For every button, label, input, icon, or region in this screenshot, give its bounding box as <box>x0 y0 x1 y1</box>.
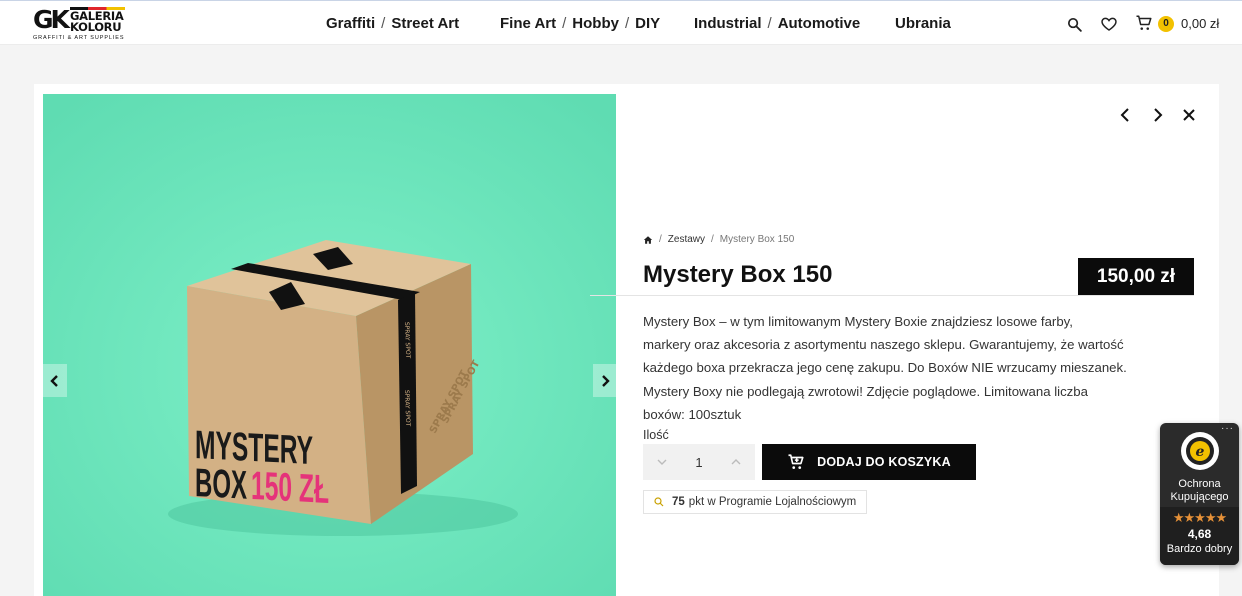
quantity-label: Ilość <box>643 428 669 442</box>
nav-label: DIY <box>635 15 661 32</box>
mystery-box-illustration: SPRAY SPOT SPRAY SPOT SPRAY SPOT SPRAY S… <box>43 94 616 596</box>
nav-separator: / <box>767 15 772 32</box>
nav-label: Industrial <box>694 15 762 32</box>
nav-graffiti-street-art[interactable]: Graffiti / Street Art <box>326 15 459 32</box>
add-to-cart-label: DODAJ DO KOSZYKA <box>817 455 951 469</box>
nav-label: Automotive <box>777 15 861 32</box>
tape-text: SPRAY SPOT <box>403 390 411 427</box>
box-text-box: BOX <box>195 461 247 508</box>
divider <box>590 295 1194 296</box>
nav-label: Street Art <box>391 15 460 32</box>
cart-icon[interactable] <box>1135 14 1153 32</box>
site-header: GK GALERIA KOLORU GRAFFITI & ART SUPPLIE… <box>0 0 1242 45</box>
search-icon[interactable] <box>1066 16 1084 34</box>
breadcrumb-separator: / <box>711 234 714 245</box>
breadcrumb-current: Mystery Box 150 <box>719 234 795 245</box>
close-button[interactable] <box>1180 106 1198 124</box>
breadcrumb-category[interactable]: Zestawy <box>668 234 705 245</box>
description-line: markery oraz akcesoria z asortymentu nas… <box>643 337 1124 353</box>
nav-separator: / <box>562 15 567 32</box>
description-line: każdego boxa przekracza jego cenę zakupu… <box>643 360 1127 376</box>
site-logo[interactable]: GK GALERIA KOLORU GRAFFITI & ART SUPPLIE… <box>33 6 128 42</box>
chevron-left-icon <box>1120 108 1129 122</box>
nav-label: Hobby <box>572 15 619 32</box>
chevron-up-icon <box>731 459 741 465</box>
nav-label: Ubrania <box>895 15 951 32</box>
chevron-right-icon <box>1154 108 1163 122</box>
add-to-cart-button[interactable]: DODAJ DO KOSZYKA <box>762 444 976 480</box>
home-icon[interactable] <box>643 235 653 245</box>
nav-industrial-automotive[interactable]: Industrial / Automotive <box>694 15 860 32</box>
trusted-shops-line2: Kupującego <box>1170 491 1229 503</box>
loyalty-points-info: 75 pkt w Programie Lojalnościowym <box>643 490 867 514</box>
cart-total[interactable]: 0,00 zł <box>1181 16 1219 31</box>
next-product-button[interactable] <box>1148 106 1166 124</box>
svg-text:e: e <box>1196 444 1205 460</box>
chevron-down-icon <box>657 459 667 465</box>
chevron-right-icon <box>602 374 610 387</box>
quantity-increase-button[interactable] <box>717 444 755 480</box>
logo-tagline: GRAFFITI & ART SUPPLIES <box>33 35 125 41</box>
chevron-left-icon <box>50 374 58 387</box>
heart-icon[interactable] <box>1100 15 1118 33</box>
description-line: boxów: 100sztuk <box>643 406 742 422</box>
nav-separator: / <box>624 15 630 32</box>
quantity-stepper: 1 <box>643 444 755 480</box>
nav-label: Fine Art <box>500 15 557 32</box>
description-line: Mystery Boxy nie podlegają zwrotowi! Zdj… <box>643 383 1088 399</box>
loyalty-icon <box>654 497 664 507</box>
close-icon <box>1183 109 1195 121</box>
trusted-shops-seal-icon: e <box>1181 432 1219 470</box>
breadcrumb: / Zestawy / Mystery Box 150 <box>643 234 794 245</box>
nav-ubrania[interactable]: Ubrania <box>895 15 951 32</box>
description-line: Mystery Box – w tym limitowanym Mystery … <box>643 314 1073 329</box>
loyalty-points: 75 <box>672 496 685 508</box>
gallery-prev-button[interactable] <box>43 364 67 397</box>
more-icon[interactable]: ··· <box>1221 423 1234 434</box>
rating-grade: Bardzo dobry <box>1166 543 1233 555</box>
loyalty-text: pkt w Programie Lojalnościowym <box>688 496 857 508</box>
product-price: 150,00 zł <box>1078 258 1194 295</box>
trusted-shops-badge[interactable]: ··· e Ochrona Kupującego ★★★★★ 4,68 Bard… <box>1160 423 1239 565</box>
nav-fine-art-hobby-diy[interactable]: Fine Art / Hobby / DIY <box>500 15 660 32</box>
tape-text: SPRAY SPOT <box>403 322 411 359</box>
product-description: Mystery Box – w tym limitowanym Mystery … <box>643 310 1133 426</box>
product-title: Mystery Box 150 <box>643 261 833 288</box>
cart-count-badge: 0 <box>1158 16 1174 32</box>
nav-separator: / <box>381 15 386 32</box>
logo-initials: GK <box>33 5 70 34</box>
breadcrumb-separator: / <box>659 234 662 245</box>
quantity-decrease-button[interactable] <box>643 444 681 480</box>
rating-score: 4,68 <box>1187 527 1212 541</box>
trusted-shops-title: Ochrona Kupującego <box>1160 478 1239 504</box>
trusted-shops-line1: Ochrona <box>1178 478 1221 490</box>
previous-product-button[interactable] <box>1117 106 1135 124</box>
quantity-input[interactable]: 1 <box>681 455 717 470</box>
nav-label: Graffiti <box>326 15 376 32</box>
gallery-next-button[interactable] <box>593 364 617 397</box>
logo-name-line2: KOLORU <box>70 20 122 34</box>
product-image: SPRAY SPOT SPRAY SPOT SPRAY SPOT SPRAY S… <box>43 94 616 596</box>
rating-stars: ★★★★★ <box>1172 510 1227 525</box>
cart-plus-icon <box>788 454 804 469</box>
box-text-price: 150 ZŁ <box>251 464 329 512</box>
